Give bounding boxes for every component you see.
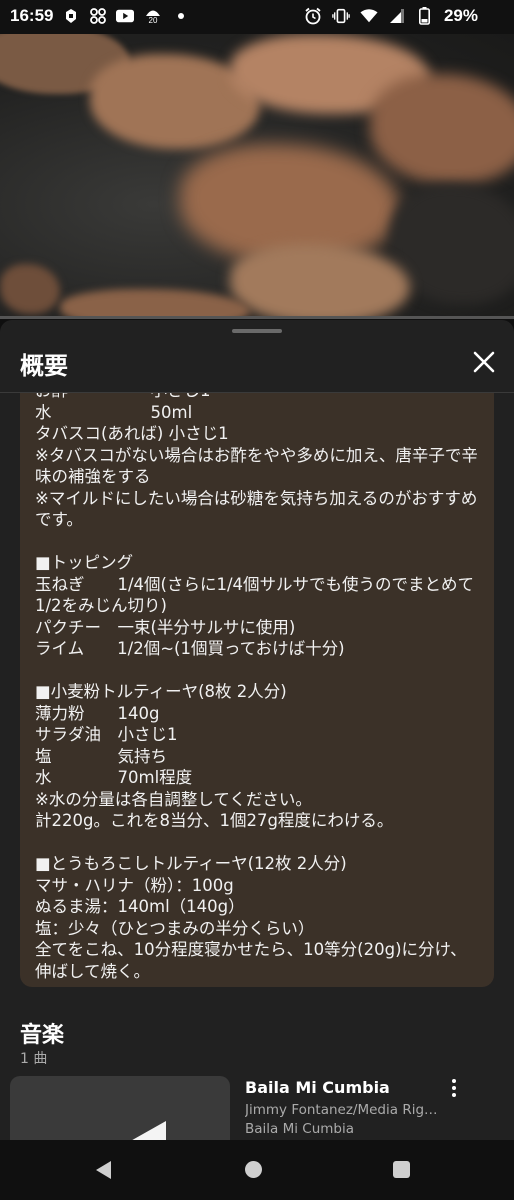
- description-line: お酢 小さじ1: [35, 393, 483, 402]
- data-speed-label: 20: [148, 15, 158, 25]
- description-text: お酢 小さじ1水 50ml タバスコ(あれば) 小さじ1 ※タバスコがない場合はお酢…: [35, 393, 483, 982]
- video-progress-bar[interactable]: [0, 316, 514, 319]
- more-options-icon[interactable]: [444, 1077, 464, 1099]
- status-time: 16:59: [10, 6, 54, 25]
- video-player[interactable]: [0, 34, 514, 318]
- song-artist: Jimmy Fontanez/Media Rig…: [245, 1102, 438, 1118]
- description-line: ※マイルドにしたい場合は砂糖を気持ち加えるのがおすすめです。: [35, 488, 478, 530]
- music-section-title: 音楽: [20, 1023, 65, 1048]
- home-button[interactable]: [245, 1161, 262, 1178]
- description-line: パクチー 一束(半分サルサに使用): [35, 617, 296, 637]
- drag-handle[interactable]: [232, 329, 282, 333]
- description-line: 水 50ml: [35, 402, 193, 422]
- description-line: ※タバスコがない場合はお酢をやや多めに加え、唐辛子で辛味の補強をする: [35, 445, 478, 487]
- video-frame-detail: [0, 264, 60, 314]
- system-icons: 29%: [304, 6, 478, 26]
- dot-icon: [172, 7, 190, 25]
- signal-icon: [388, 7, 406, 25]
- description-sheet: 概要 お酢 小さじ1水 50ml タバスコ(あれば) 小さじ1 ※タバスコがない場合…: [0, 320, 514, 1146]
- app-notification-icon: [62, 7, 80, 25]
- youtube-icon: [116, 7, 134, 25]
- song-title[interactable]: Baila Mi Cumbia: [245, 1078, 390, 1097]
- navigation-bar: [0, 1140, 514, 1200]
- description-line: 塩 気持ち: [35, 746, 167, 766]
- description-line: マサ・ハリナ（粉）：100g: [35, 875, 234, 895]
- back-button[interactable]: [94, 1160, 114, 1184]
- status-bar: 16:59 20 29%: [0, 0, 514, 34]
- description-line: タバスコ(あれば) 小さじ1: [35, 424, 229, 443]
- notification-icons: 20: [62, 7, 190, 25]
- video-frame-detail: [60, 289, 250, 318]
- data-speed-icon: 20: [143, 7, 163, 25]
- description-line: 全てをこね、10分程度寝かせたら、10等分(20g)に分け、伸ばして焼く。: [35, 940, 467, 981]
- description-line: ※水の分量は各自調整してください。: [35, 789, 312, 809]
- battery-icon: [416, 7, 434, 25]
- description-line: 塩：少々（ひとつまみの半分くらい）: [35, 918, 315, 938]
- video-frame-detail: [230, 244, 410, 318]
- description-line: 計220g。これを8当分、1個27g程度にわける。: [35, 811, 394, 830]
- description-line: ■小麦粉トルティーヤ(8枚 2人分): [35, 682, 287, 701]
- close-button[interactable]: [470, 348, 498, 376]
- description-line: 玉ねぎ 1/4個(さらに1/4個サルサでも使うのでまとめて1/2をみじん切り): [35, 574, 475, 616]
- music-count: 1 曲: [20, 1051, 48, 1067]
- song-thumbnail[interactable]: [10, 1076, 230, 1146]
- description-line: ■とうもろこしトルティーヤ(12枚 2人分): [35, 854, 347, 873]
- description-line: [35, 531, 483, 553]
- wifi-icon: [360, 7, 378, 25]
- description-line: 薄力粉 140g: [35, 703, 160, 723]
- description-line: ■トッピング: [35, 553, 134, 572]
- description-line: [35, 660, 483, 682]
- alarm-icon: [304, 7, 322, 25]
- vibrate-icon: [332, 7, 350, 25]
- description-line: ライム 1/2個~(1個買っておけば十分): [35, 639, 345, 658]
- back-triangle-icon: [96, 1161, 111, 1179]
- sheet-title: 概要: [20, 352, 68, 380]
- video-frame-detail: [370, 74, 514, 184]
- song-album: Baila Mi Cumbia: [245, 1121, 355, 1137]
- pinwheel-icon: [89, 7, 107, 25]
- close-icon: [473, 351, 495, 373]
- description-line: ぬるま湯：140ml（140g）: [35, 897, 245, 916]
- description-box[interactable]: お酢 小さじ1水 50ml タバスコ(あれば) 小さじ1 ※タバスコがない場合はお酢…: [20, 393, 494, 987]
- recents-button[interactable]: [393, 1161, 410, 1178]
- battery-percent: 29%: [443, 6, 478, 25]
- description-line: サラダ油 小さじ1: [35, 725, 178, 744]
- description-line: 水 70ml程度: [35, 768, 193, 787]
- description-line: [35, 832, 483, 854]
